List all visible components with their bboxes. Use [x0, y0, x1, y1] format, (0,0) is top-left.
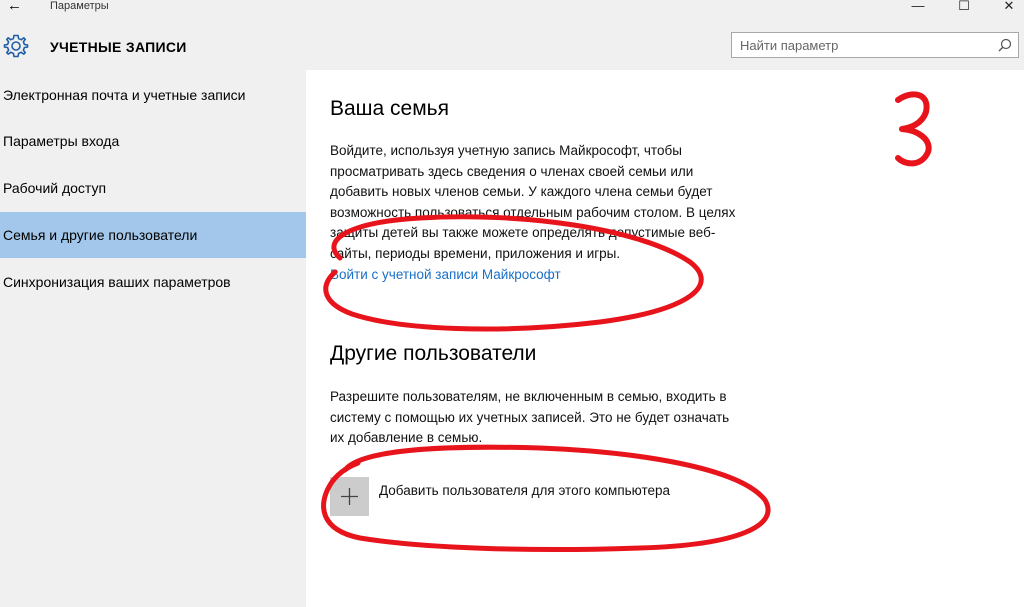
other-users-description-line: их добавление в семью.	[330, 430, 483, 445]
app-title: Параметры	[50, 0, 109, 12]
sidebar-item-sync-settings[interactable]: Синхронизация ваших параметров	[0, 259, 306, 305]
search-input[interactable]	[732, 33, 1003, 57]
settings-header: УЧЕТНЫЕ ЗАПИСИ	[0, 16, 1024, 70]
family-description-line: возможность пользоваться отдельным рабоч…	[330, 204, 736, 220]
add-user-label: Добавить пользователя для этого компьюте…	[379, 483, 671, 498]
family-description: Войдите, используя учетную запись Майкро…	[330, 141, 780, 264]
family-description-line: добавить новых членов семьи. У каждого ч…	[330, 184, 713, 199]
main-content: Ваша семья Войдите, используя учетную за…	[306, 70, 1024, 607]
add-user-button[interactable]: Добавить пользователя для этого компьюте…	[330, 477, 730, 519]
maximize-button[interactable]: ☐	[944, 0, 984, 14]
sidebar-item-sign-in-options[interactable]: Параметры входа	[0, 118, 306, 164]
section-title: УЧЕТНЫЕ ЗАПИСИ	[50, 39, 187, 55]
back-button[interactable]: ←	[7, 0, 22, 14]
family-description-line: просматривать здесь сведения о членах св…	[330, 163, 694, 179]
microsoft-signin-link[interactable]: Войти с учетной записи Майкрософт	[330, 267, 561, 282]
other-users-description-line: систему с помощью их учетных записей. Эт…	[330, 409, 730, 425]
search-icon[interactable]	[998, 38, 1012, 52]
title-bar: ← Параметры — ☐ ✕	[0, 0, 1024, 16]
other-users-description-line: Разрешите пользователям, не включенным в…	[330, 389, 727, 404]
sidebar: Электронная почта и учетные записи Парам…	[0, 70, 306, 607]
minimize-button[interactable]: —	[898, 0, 938, 13]
sidebar-item-work-access[interactable]: Рабочий доступ	[0, 165, 306, 211]
family-heading: Ваша семья	[330, 97, 449, 120]
other-users-heading: Другие пользователи	[330, 342, 537, 365]
close-button[interactable]: ✕	[989, 0, 1024, 14]
sidebar-item-email-accounts[interactable]: Электронная почта и учетные записи	[0, 72, 306, 118]
add-user-tile[interactable]	[330, 477, 369, 516]
family-description-line: защиты детей вы также можете определять …	[330, 225, 716, 240]
family-description-line: Войдите, используя учетную запись Майкро…	[330, 143, 682, 158]
gear-icon	[3, 33, 29, 59]
other-users-description: Разрешите пользователям, не включенным в…	[330, 387, 780, 449]
plus-icon	[341, 488, 358, 505]
family-description-line: сайты, периоды времени, приложения и игр…	[330, 245, 621, 261]
search-box[interactable]	[731, 32, 1019, 58]
sidebar-item-family-other-users[interactable]: Семья и другие пользователи	[0, 212, 306, 258]
